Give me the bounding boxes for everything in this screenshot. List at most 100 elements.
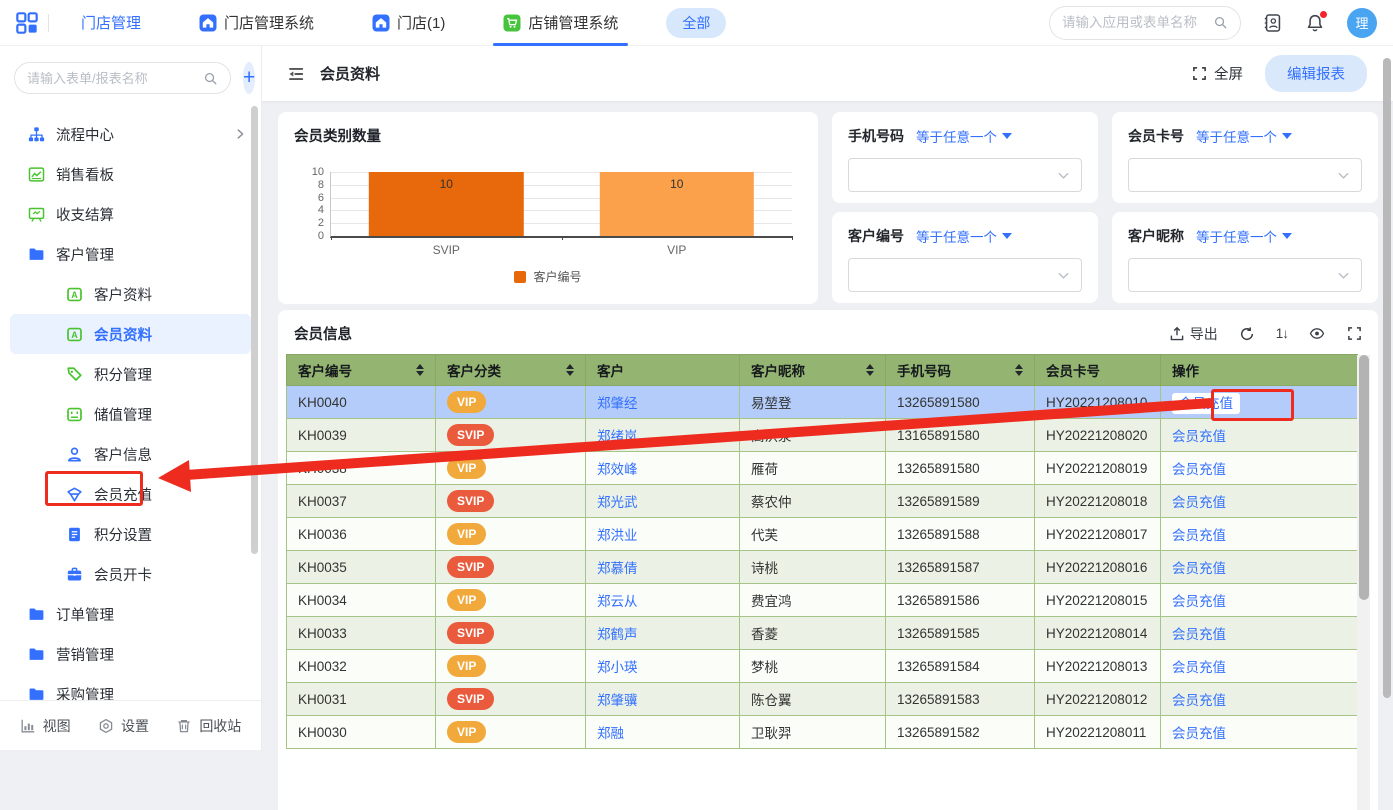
table-row-KH0032[interactable]: KH0032VIP郑小瑛梦桃13265891584HY20221208013会员… bbox=[287, 650, 1358, 683]
customer-link[interactable]: 郑洪业 bbox=[597, 528, 638, 543]
edit-report-button[interactable]: 编辑报表 bbox=[1265, 55, 1367, 92]
sort-carets-icon[interactable] bbox=[416, 364, 424, 376]
table-scrollbar-track[interactable] bbox=[1357, 355, 1370, 810]
table-row-KH0031[interactable]: KH0031SVIP郑肇骥陈仓翼13265891583HY20221208012… bbox=[287, 683, 1358, 716]
member-recharge-button[interactable]: 会员充值 bbox=[1172, 594, 1226, 609]
table-fullscreen-button[interactable] bbox=[1346, 326, 1362, 342]
customer-link[interactable]: 郑慕倩 bbox=[597, 561, 638, 576]
sort-button[interactable]: 1↓ bbox=[1276, 326, 1288, 341]
sort-carets-icon[interactable] bbox=[1015, 364, 1023, 376]
sidebar-footer-回收站[interactable]: 回收站 bbox=[176, 716, 241, 736]
sort-carets-icon[interactable] bbox=[866, 364, 874, 376]
app-search-input[interactable] bbox=[1062, 15, 1212, 30]
top-tab-2[interactable]: 门店(1) bbox=[362, 0, 455, 46]
sidebar-item-客户管理[interactable]: 客户管理 bbox=[0, 234, 261, 274]
sidebar-item-营销管理[interactable]: 营销管理 bbox=[0, 634, 261, 674]
sidebar-item-积分管理[interactable]: 积分管理 bbox=[0, 354, 261, 394]
bar-VIP[interactable]: 10 bbox=[600, 172, 754, 236]
sidebar-footer-视图[interactable]: 视图 bbox=[20, 716, 71, 736]
cell-action: 会员充值 bbox=[1161, 683, 1358, 716]
sidebar-item-订单管理[interactable]: 订单管理 bbox=[0, 594, 261, 634]
table-scrollbar-thumb[interactable] bbox=[1359, 355, 1369, 600]
top-tab-1[interactable]: 门店管理系统 bbox=[189, 0, 324, 46]
customer-link[interactable]: 郑绪岚 bbox=[597, 429, 638, 444]
table-row-KH0035[interactable]: KH0035SVIP郑慕倩诗桃13265891587HY20221208016会… bbox=[287, 551, 1358, 584]
customer-link[interactable]: 郑小瑛 bbox=[597, 660, 638, 675]
sort-carets-icon[interactable] bbox=[566, 364, 574, 376]
member-recharge-button[interactable]: 会员充值 bbox=[1172, 393, 1240, 414]
sidebar-footer-设置[interactable]: 设置 bbox=[98, 716, 149, 736]
customer-link[interactable]: 郑云从 bbox=[597, 594, 638, 609]
customer-link[interactable]: 郑肇骥 bbox=[597, 693, 638, 708]
sidebar-item-会员资料[interactable]: A会员资料 bbox=[10, 314, 251, 354]
table-row-KH0034[interactable]: KH0034VIP郑云从费宜鸿13265891586HY20221208015会… bbox=[287, 584, 1358, 617]
add-button[interactable]: + bbox=[243, 62, 255, 94]
member-recharge-button[interactable]: 会员充值 bbox=[1172, 528, 1226, 543]
filter-value-select[interactable] bbox=[848, 158, 1082, 192]
gear-icon bbox=[98, 718, 114, 734]
notification-bell-icon[interactable] bbox=[1305, 13, 1325, 33]
customer-link[interactable]: 郑光武 bbox=[597, 495, 638, 510]
sidebar-item-会员开卡[interactable]: 会员开卡 bbox=[0, 554, 261, 594]
form-search-input[interactable] bbox=[27, 71, 203, 86]
member-recharge-button[interactable]: 会员充值 bbox=[1172, 495, 1226, 510]
filter-operator-dropdown[interactable]: 等于任意一个 bbox=[1196, 126, 1292, 146]
export-button[interactable]: 导出 bbox=[1169, 324, 1218, 344]
form-search[interactable] bbox=[14, 62, 231, 94]
column-header-客户编号[interactable]: 客户编号 bbox=[287, 355, 436, 386]
table-row-KH0037[interactable]: KH0037SVIP郑光武蔡农仲13265891589HY20221208018… bbox=[287, 485, 1358, 518]
all-apps-button[interactable]: 全部 bbox=[666, 8, 726, 38]
member-recharge-button[interactable]: 会员充值 bbox=[1172, 726, 1226, 741]
table-row-KH0039[interactable]: KH0039SVIP郑绪岚高洪泉13165891580HY20221208020… bbox=[287, 419, 1358, 452]
sidebar-item-客户信息[interactable]: 客户信息 bbox=[0, 434, 261, 474]
filter-value-select[interactable] bbox=[848, 258, 1082, 292]
member-recharge-button[interactable]: 会员充值 bbox=[1172, 627, 1226, 642]
filter-operator-dropdown[interactable]: 等于任意一个 bbox=[1196, 226, 1292, 246]
sidebar-item-会员充值[interactable]: 会员充值 bbox=[0, 474, 261, 514]
sidebar-item-积分设置[interactable]: 积分设置 bbox=[0, 514, 261, 554]
column-header-客户分类[interactable]: 客户分类 bbox=[436, 355, 586, 386]
filter-operator-dropdown[interactable]: 等于任意一个 bbox=[916, 226, 1012, 246]
customer-link[interactable]: 郑肇经 bbox=[597, 396, 638, 411]
chevron-right-icon[interactable] bbox=[233, 127, 247, 141]
app-search[interactable] bbox=[1049, 6, 1241, 40]
user-avatar[interactable]: 理 bbox=[1347, 8, 1377, 38]
sidebar-item-销售看板[interactable]: 销售看板 bbox=[0, 154, 261, 194]
sidebar-item-客户资料[interactable]: A客户资料 bbox=[0, 274, 261, 314]
top-tab-3[interactable]: 店铺管理系统 bbox=[493, 0, 628, 46]
collapse-menu-icon[interactable] bbox=[286, 64, 306, 84]
member-recharge-button[interactable]: 会员充值 bbox=[1172, 660, 1226, 675]
chart-legend[interactable]: 客户编号 bbox=[278, 268, 818, 285]
page-scrollbar[interactable] bbox=[1383, 58, 1391, 698]
refresh-button[interactable] bbox=[1239, 326, 1255, 342]
table-row-KH0038[interactable]: KH0038VIP郑效峰雁荷13265891580HY20221208019会员… bbox=[287, 452, 1358, 485]
column-header-操作: 操作 bbox=[1161, 355, 1358, 386]
member-recharge-button[interactable]: 会员充值 bbox=[1172, 429, 1226, 444]
column-header-手机号码[interactable]: 手机号码 bbox=[886, 355, 1035, 386]
fullscreen-button[interactable]: 全屏 bbox=[1192, 63, 1243, 84]
top-tab-0[interactable]: 门店管理 bbox=[71, 0, 151, 46]
contacts-icon[interactable] bbox=[1263, 13, 1283, 33]
member-recharge-button[interactable]: 会员充值 bbox=[1172, 561, 1226, 576]
sidebar-scrollbar[interactable] bbox=[251, 106, 258, 554]
column-header-客户昵称[interactable]: 客户昵称 bbox=[740, 355, 886, 386]
table-row-KH0040[interactable]: KH0040VIP郑肇经易堃登13265891580HY20221208010会… bbox=[287, 386, 1358, 419]
sidebar-item-流程中心[interactable]: 流程中心 bbox=[0, 114, 261, 154]
table-row-KH0036[interactable]: KH0036VIP郑洪业代芙13265891588HY20221208017会员… bbox=[287, 518, 1358, 551]
sidebar-item-收支结算[interactable]: 收支结算 bbox=[0, 194, 261, 234]
sidebar-item-采购管理[interactable]: 采购管理 bbox=[0, 674, 261, 700]
filter-value-select[interactable] bbox=[1128, 158, 1362, 192]
customer-link[interactable]: 郑效峰 bbox=[597, 462, 638, 477]
table-row-KH0030[interactable]: KH0030VIP郑融卫耿羿13265891582HY20221208011会员… bbox=[287, 716, 1358, 749]
sidebar-item-储值管理[interactable]: 储值管理 bbox=[0, 394, 261, 434]
bar-SVIP[interactable]: 10 bbox=[369, 172, 523, 236]
table-row-KH0033[interactable]: KH0033SVIP郑鹤声香菱13265891585HY20221208014会… bbox=[287, 617, 1358, 650]
member-recharge-button[interactable]: 会员充值 bbox=[1172, 693, 1226, 708]
customer-link[interactable]: 郑融 bbox=[597, 726, 624, 741]
customer-link[interactable]: 郑鹤声 bbox=[597, 627, 638, 642]
column-visibility-button[interactable] bbox=[1309, 326, 1325, 342]
member-recharge-button[interactable]: 会员充值 bbox=[1172, 462, 1226, 477]
app-grid-icon[interactable] bbox=[16, 12, 38, 34]
filter-operator-dropdown[interactable]: 等于任意一个 bbox=[916, 126, 1012, 146]
filter-value-select[interactable] bbox=[1128, 258, 1362, 292]
